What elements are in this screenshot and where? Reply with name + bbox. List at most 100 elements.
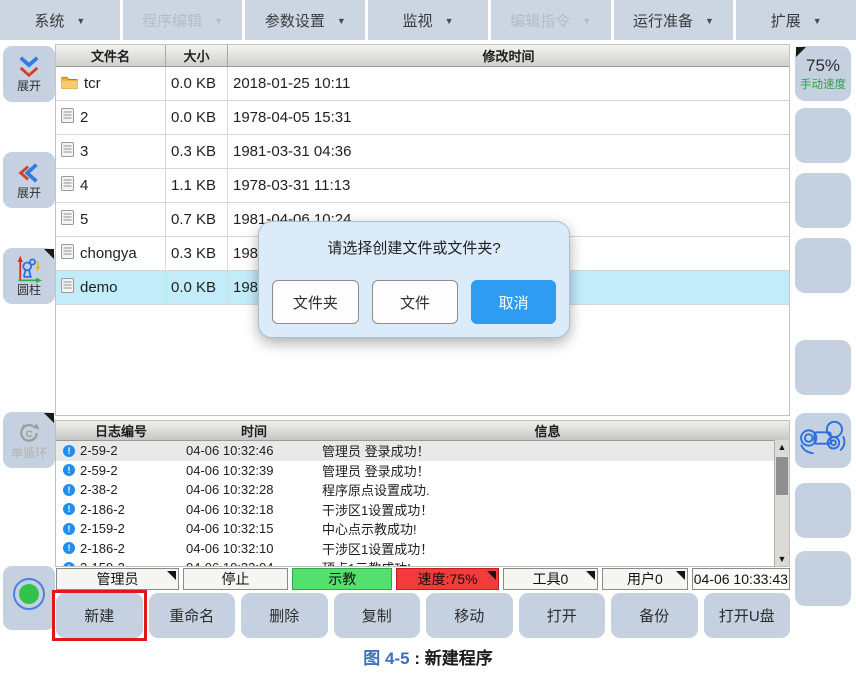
menu-item-edit-instruction[interactable]: 编辑指令▼	[491, 0, 611, 40]
file-name-cell: tcr	[56, 67, 166, 100]
operator-status[interactable]: 管理员	[56, 568, 179, 590]
menu-item-monitor[interactable]: 监视 ▼	[368, 0, 488, 40]
scroll-down-icon[interactable]: ▼	[775, 552, 789, 566]
bottom-button-open[interactable]: 打开	[519, 593, 606, 638]
menu-item-program-edit[interactable]: 程序编辑▼	[123, 0, 243, 40]
file-name-cell: 4	[56, 169, 166, 202]
right-soft-button-5[interactable]	[795, 340, 851, 395]
log-msg-cell: 程序原点设置成功.	[322, 480, 430, 499]
log-id-text: 2-186-2	[80, 541, 125, 556]
bottom-button-delete[interactable]: 删除	[241, 593, 328, 638]
bottom-button-move[interactable]: 移动	[426, 593, 513, 638]
file-icon	[61, 176, 74, 195]
log-msg-cell: 管理员 登录成功！	[322, 461, 430, 480]
log-row[interactable]: !2-38-204-06 10:32:28程序原点设置成功.	[56, 480, 774, 500]
expand-left-button[interactable]: 展开	[3, 152, 55, 208]
bottom-button-copy[interactable]: 复制	[334, 593, 421, 638]
log-scrollbar[interactable]: ▲ ▼	[774, 440, 789, 566]
single-cycle-button[interactable]: C 单循环	[3, 412, 55, 468]
caption-title: 新建程序	[425, 649, 493, 668]
chevron-down-icon: ▼	[445, 14, 454, 26]
bottom-button-bar: 新建重命名删除复制移动打开备份打开U盘	[56, 593, 790, 638]
log-id-text: 2-38-2	[80, 482, 118, 497]
expand-down-button[interactable]: 展开	[3, 46, 55, 102]
svg-text:C: C	[26, 429, 33, 440]
menu-item-extend[interactable]: 扩展▼	[736, 0, 856, 40]
log-row[interactable]: !2-186-204-06 10:32:18干涉区1设置成功！	[56, 500, 774, 520]
file-icon	[61, 244, 74, 263]
bottom-button-rename[interactable]: 重命名	[149, 593, 236, 638]
log-row[interactable]: !2-186-204-06 10:32:10干涉区1设置成功！	[56, 539, 774, 559]
teach-pendant-button[interactable]	[795, 413, 851, 468]
file-icon	[61, 210, 74, 229]
right-soft-button-7[interactable]	[795, 483, 851, 538]
file-size-cell: 0.0 KB	[166, 271, 228, 304]
right-soft-button-3[interactable]	[795, 173, 851, 228]
info-icon: !	[63, 484, 75, 496]
bottom-button-open-usb[interactable]: 打开U盘	[704, 593, 791, 638]
user-frame-status[interactable]: 用户0	[602, 568, 688, 590]
log-id-cell: !2-186-2	[56, 502, 186, 517]
menu-item-system[interactable]: 系统▼	[0, 0, 120, 40]
file-row[interactable]: 41.1 KB1978-03-31 11:13	[56, 169, 789, 203]
log-time-cell: 04-06 10:32:46	[186, 443, 322, 458]
log-id-text: 2-59-2	[80, 443, 118, 458]
file-row[interactable]: 30.3 KB1981-03-31 04:36	[56, 135, 789, 169]
speed-status[interactable]: 速度:75%	[396, 568, 498, 590]
chevron-down-icon: ▼	[214, 14, 223, 26]
log-id-cell: !2-59-2	[56, 443, 186, 458]
log-row[interactable]: !2-59-204-06 10:32:39管理员 登录成功！	[56, 461, 774, 481]
log-id-cell: !2-159-2	[56, 560, 186, 567]
file-name-cell: 2	[56, 101, 166, 134]
file-size-cell: 0.7 KB	[166, 203, 228, 236]
log-time-cell: 04-06 10:32:04	[186, 560, 322, 567]
single-cycle-label: 单循环	[11, 447, 47, 460]
create-file-dialog: 请选择创建文件或文件夹? 文件夹 文件 取消	[258, 221, 570, 338]
chevron-down-icon: ▼	[705, 14, 714, 26]
log-row[interactable]: !2-159-204-06 10:32:15中心点示教成功!	[56, 519, 774, 539]
file-icon	[61, 278, 74, 297]
log-row[interactable]: !2-59-204-06 10:32:46管理员 登录成功！	[56, 441, 774, 461]
info-icon: !	[63, 523, 75, 535]
scroll-up-icon[interactable]: ▲	[775, 440, 789, 454]
file-name-cell: chongya	[56, 237, 166, 270]
log-table-header: 日志编号 时间 信息	[56, 421, 789, 441]
chevron-down-icon: ▼	[337, 14, 346, 26]
manual-speed-button[interactable]: 75% 手动速度	[795, 46, 851, 101]
file-table-header: 文件名 大小 修改时间	[56, 45, 789, 67]
status-bar: 管理员 停止 示教 速度:75% 工具0 用户0 04-06 10:33:43	[56, 568, 790, 590]
log-time-cell: 04-06 10:32:18	[186, 502, 322, 517]
menu-item-label: 系统	[34, 10, 64, 31]
file-button[interactable]: 文件	[372, 280, 459, 324]
right-soft-button-8[interactable]	[795, 551, 851, 606]
servo-start-button[interactable]	[3, 566, 55, 622]
menu-item-run-prepare[interactable]: 运行准备▼	[614, 0, 734, 40]
file-name-header: 文件名	[56, 45, 166, 66]
folder-button[interactable]: 文件夹	[272, 280, 359, 324]
tool-status[interactable]: 工具0	[503, 568, 598, 590]
scrollbar-thumb[interactable]	[776, 457, 788, 495]
right-soft-button-2[interactable]	[795, 108, 851, 163]
folder-icon	[61, 75, 78, 93]
bottom-button-backup[interactable]: 备份	[611, 593, 698, 638]
cylinder-coord-button[interactable]: 圆柱	[3, 248, 55, 304]
menu-item-param-settings[interactable]: 参数设置 ▼	[245, 0, 365, 40]
menu-item-label: 监视	[403, 10, 433, 31]
file-icon	[61, 142, 74, 161]
bottom-button-new[interactable]: 新建	[56, 593, 143, 638]
file-row[interactable]: tcr0.0 KB2018-01-25 10:11	[56, 67, 789, 101]
cancel-button[interactable]: 取消	[471, 280, 556, 324]
log-msg-cell: 干涉区1设置成功！	[322, 539, 433, 558]
file-name-text: tcr	[84, 75, 101, 92]
top-menu-bar: 系统▼程序编辑▼参数设置▼监视▼编辑指令▼运行准备▼扩展▼	[0, 0, 856, 40]
log-msg-header: 信息	[322, 421, 789, 440]
right-soft-button-4[interactable]	[795, 238, 851, 293]
info-icon: !	[63, 464, 75, 476]
pendant-hands-icon	[798, 418, 848, 463]
file-name-text: 3	[80, 143, 88, 160]
log-row[interactable]: !2-159-204-06 10:32:04顶点1示教成功!	[56, 558, 774, 567]
file-row[interactable]: 20.0 KB1978-04-05 15:31	[56, 101, 789, 135]
log-id-cell: !2-59-2	[56, 463, 186, 478]
file-name-text: demo	[80, 279, 118, 296]
menu-item-label: 参数设置	[265, 10, 325, 31]
